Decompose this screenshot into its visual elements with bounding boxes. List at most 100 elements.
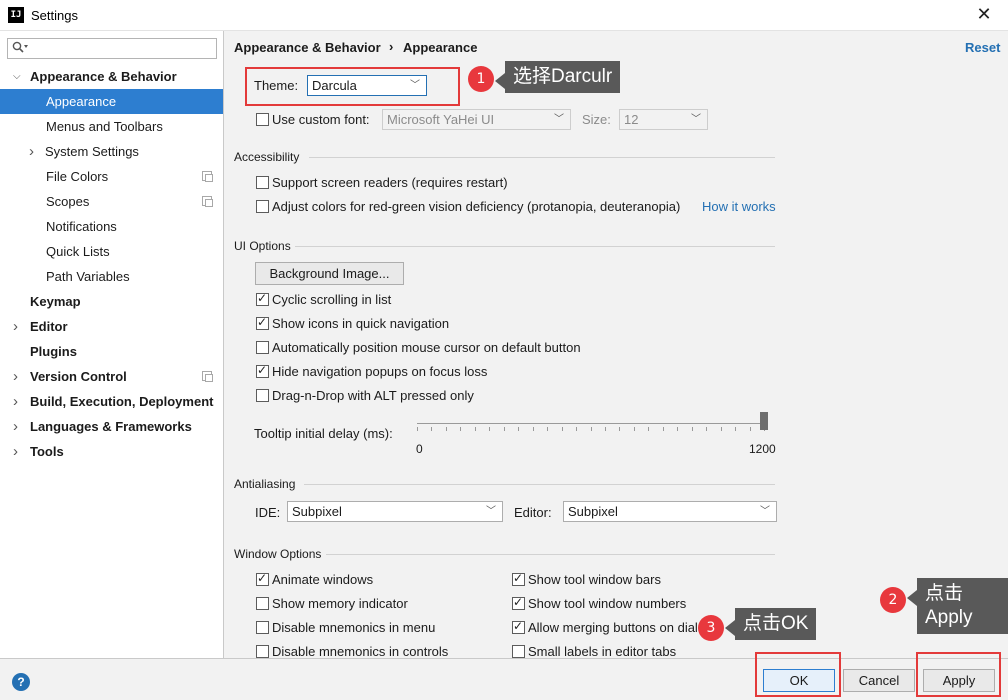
search-input[interactable]	[34, 41, 212, 56]
settings-sidebar: ⌵ Appearance & Behavior Appearance Menus an…	[0, 31, 224, 658]
small-labels-in-editor-tabs-checkbox[interactable]	[512, 645, 525, 658]
show-memory-indicator-checkbox[interactable]	[256, 597, 269, 610]
automatically-position-mouse-cursor-on-default-button-checkbox[interactable]	[256, 341, 269, 354]
disable-mnemonics-in-menu-label: Disable mnemonics in menu	[272, 620, 436, 635]
chevron-right-icon[interactable]: ›	[13, 364, 18, 389]
copy-icon	[202, 171, 213, 182]
window-options-section-title: Window Options	[234, 547, 322, 561]
screen-readers-checkbox[interactable]	[256, 176, 269, 189]
allow-merging-buttons-on-dialogs-label: Allow merging buttons on dialogs	[528, 620, 719, 635]
close-icon[interactable]: ✕	[974, 4, 994, 24]
chevron-down-icon[interactable]: ⌵	[13, 64, 21, 89]
sidebar-item-scopes[interactable]: Scopes	[0, 189, 223, 214]
breadcrumb-current: Appearance	[403, 40, 478, 55]
tooltip-delay-label: Tooltip initial delay (ms):	[254, 426, 393, 441]
font-size-combo[interactable]: 12 ﹀	[619, 109, 708, 130]
ok-button[interactable]: OK	[763, 669, 835, 692]
chevron-right-icon[interactable]: ›	[13, 439, 18, 464]
theme-value: Darcula	[312, 78, 357, 93]
font-family-combo[interactable]: Microsoft YaHei UI ﹀	[382, 109, 571, 130]
sidebar-item-label: Menus and Toolbars	[46, 119, 163, 134]
red-green-checkbox[interactable]	[256, 200, 269, 213]
animate-windows-checkbox[interactable]	[256, 571, 269, 586]
step-2-callout-line1: 点击	[925, 583, 964, 604]
slider-tick	[547, 427, 548, 431]
sidebar-item-notifications[interactable]: Notifications	[0, 214, 223, 239]
sidebar-item-path-variables[interactable]: Path Variables	[0, 264, 223, 289]
sidebar-item-build-execution-deployment[interactable]: › Build, Execution, Deployment	[0, 389, 223, 414]
sidebar-item-system-settings[interactable]: › System Settings	[0, 139, 223, 164]
allow-merging-buttons-on-dialogs-checkbox[interactable]	[512, 619, 525, 634]
copy-icon	[202, 371, 213, 382]
how-it-works-link[interactable]: How it works	[702, 199, 776, 214]
slider-tick	[692, 427, 693, 431]
font-size-value: 12	[624, 112, 639, 127]
tooltip-delay-slider-thumb[interactable]	[760, 412, 768, 430]
section-divider	[295, 246, 775, 247]
slider-tick	[460, 427, 461, 431]
hide-navigation-popups-on-focus-loss-checkbox[interactable]	[256, 363, 269, 378]
use-custom-font-checkbox[interactable]	[256, 113, 269, 126]
sidebar-item-label: Notifications	[46, 219, 117, 234]
sidebar-item-label: Appearance	[46, 94, 117, 109]
slider-min-label: 0	[416, 442, 423, 456]
disable-mnemonics-in-controls-checkbox[interactable]	[256, 645, 269, 658]
sidebar-item-editor[interactable]: › Editor	[0, 314, 223, 339]
sidebar-item-label: Version Control	[30, 369, 127, 384]
help-icon[interactable]: ?	[12, 673, 30, 691]
section-divider	[326, 554, 775, 555]
drag-n-drop-with-alt-pressed-only-checkbox[interactable]	[256, 389, 269, 402]
search-icon	[12, 41, 28, 58]
slider-tick	[677, 427, 678, 431]
sidebar-item-keymap[interactable]: Keymap	[0, 289, 223, 314]
show-tool-window-numbers-checkbox[interactable]	[512, 595, 525, 610]
sidebar-item-label: Plugins	[30, 344, 77, 359]
section-divider	[304, 484, 775, 485]
tooltip-delay-slider-track[interactable]	[417, 423, 764, 424]
settings-search-box[interactable]	[7, 38, 217, 59]
cyclic-scrolling-in-list-label: Cyclic scrolling in list	[272, 292, 392, 307]
chevron-right-icon[interactable]: ›	[13, 389, 18, 414]
reset-link[interactable]: Reset	[965, 40, 1000, 55]
slider-tick	[605, 427, 606, 431]
sidebar-item-languages-frameworks[interactable]: › Languages & Frameworks	[0, 414, 223, 439]
sidebar-item-appearance[interactable]: Appearance	[0, 89, 223, 114]
show-tool-window-bars-checkbox[interactable]	[512, 571, 525, 586]
sidebar-item-appearance-behavior[interactable]: ⌵ Appearance & Behavior	[0, 64, 223, 89]
sidebar-item-plugins[interactable]: Plugins	[0, 339, 223, 364]
section-divider	[309, 157, 775, 158]
title-bar: IJ Settings ✕	[0, 0, 1008, 31]
sidebar-item-menus-and-toolbars[interactable]: Menus and Toolbars	[0, 114, 223, 139]
background-image-button[interactable]: Background Image...	[255, 262, 404, 285]
chevron-right-icon[interactable]: ›	[13, 414, 18, 439]
sidebar-item-label: Scopes	[46, 194, 90, 209]
theme-label: Theme:	[254, 78, 299, 93]
apply-button[interactable]: Apply	[923, 669, 995, 692]
cyclic-scrolling-in-list-checkbox[interactable]	[256, 291, 269, 306]
cancel-button[interactable]: Cancel	[843, 669, 915, 692]
editor-antialiasing-combo[interactable]: Subpixel ﹀	[563, 501, 777, 522]
show-icons-in-quick-navigation-checkbox[interactable]	[256, 315, 269, 330]
slider-tick	[721, 427, 722, 431]
sidebar-item-file-colors[interactable]: File Colors	[0, 164, 223, 189]
ui-options-section-title: UI Options	[234, 239, 291, 253]
chevron-right-icon[interactable]: ›	[29, 139, 34, 164]
font-size-label: Size:	[582, 112, 611, 127]
animate-windows-label: Animate windows	[272, 572, 374, 587]
ide-antialiasing-combo[interactable]: Subpixel ﹀	[287, 501, 503, 522]
sidebar-item-quick-lists[interactable]: Quick Lists	[0, 239, 223, 264]
hide-navigation-popups-on-focus-loss-label: Hide navigation popups on focus loss	[272, 364, 488, 379]
sidebar-item-label: Build, Execution, Deployment	[30, 394, 214, 409]
editor-antialiasing-value: Subpixel	[568, 504, 618, 519]
chevron-right-icon[interactable]: ›	[13, 314, 18, 339]
chevron-down-icon: ﹀	[410, 80, 420, 91]
ide-antialiasing-value: Subpixel	[292, 504, 342, 519]
automatically-position-mouse-cursor-on-default-button-label: Automatically position mouse cursor on d…	[272, 340, 581, 355]
step-3-badge: 3	[698, 615, 724, 641]
disable-mnemonics-in-menu-checkbox[interactable]	[256, 621, 269, 634]
slider-tick	[431, 427, 432, 431]
theme-combo[interactable]: Darcula ﹀	[307, 75, 427, 96]
sidebar-item-tools[interactable]: › Tools	[0, 439, 223, 464]
use-custom-font-label: Use custom font:	[272, 112, 370, 127]
sidebar-item-version-control[interactable]: › Version Control	[0, 364, 223, 389]
